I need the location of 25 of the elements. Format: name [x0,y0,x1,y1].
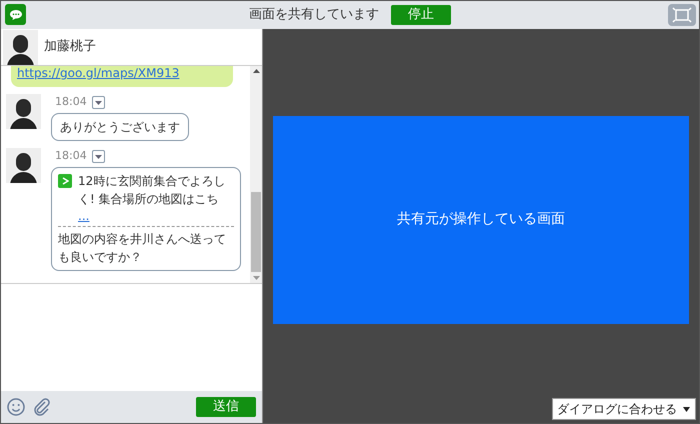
paperclip-icon[interactable] [33,398,51,416]
sharing-status: 画面を共有しています [249,6,379,24]
smiley-icon[interactable] [7,398,25,416]
stop-button[interactable]: 停止 [391,5,451,25]
fullscreen-icon[interactable] [668,4,696,26]
fit-dropdown[interactable]: ダイアログに合わせる [552,398,696,420]
more-link[interactable]: ... [78,208,234,224]
dropdown-caret-icon [683,406,690,412]
avatar-silhouette [6,94,41,129]
map-link[interactable]: https://goo.gl/maps/XM913 [17,66,180,80]
chat-app-icon[interactable] [5,4,26,25]
message-time: 18:04 [55,148,87,164]
message-menu-icon[interactable] [92,96,105,109]
message-text: 地図の内容を井川さんへ送っても良いですか？ [58,231,227,266]
message-bubble: ありがとうございます [51,113,189,141]
scroll-up-icon[interactable] [252,69,260,73]
message-menu-icon[interactable] [92,150,105,163]
scroll-down-icon[interactable] [252,276,260,280]
contact-name: 加藤桃子 [44,38,96,56]
shared-message-preview: 12時に玄関前集合でよろしく! 集合場所の地図はこち [78,173,226,208]
message-time: 18:04 [55,94,87,110]
scrollbar[interactable] [250,66,262,283]
send-button[interactable]: 送信 [196,397,256,417]
avatar-silhouette [6,148,41,183]
shared-screen-caption: 共有元が操作している画面 [397,210,565,229]
